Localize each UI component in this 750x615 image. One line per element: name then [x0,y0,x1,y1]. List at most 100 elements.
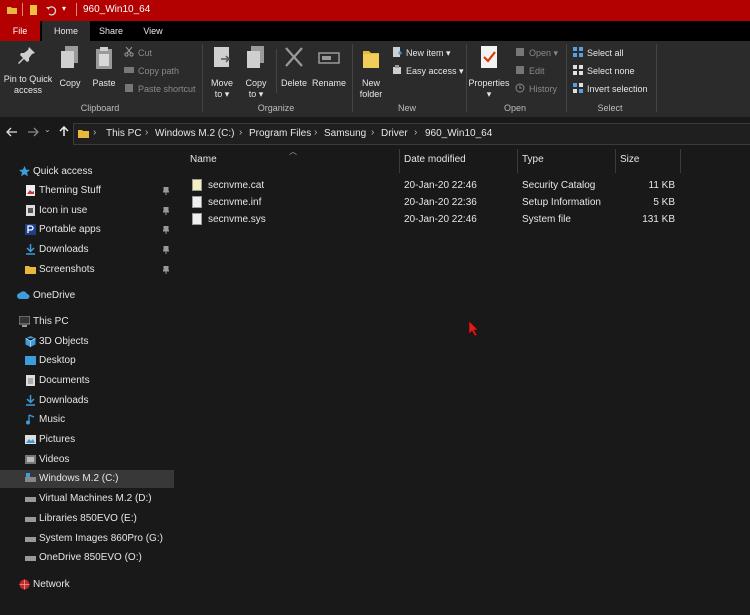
breadcrumb-chevron-icon[interactable]: › [371,127,374,138]
delete-button[interactable]: Delete [279,45,309,89]
nav-pc-downloads[interactable]: Downloads [0,392,174,410]
sort-ascending-icon: ︿ [289,147,297,156]
breadcrumb-samsung[interactable]: Samsung [324,128,366,139]
nav-pc-onedrive-o[interactable]: OneDrive 850EVO (O:) [0,549,174,567]
music-note-icon [26,414,35,425]
nav-qa-icon-in-use[interactable]: Icon in use [0,202,174,220]
address-bar[interactable]: › This PC › Windows M.2 (C:) › Program F… [73,123,750,145]
nav-pc-documents[interactable]: Documents [0,372,174,390]
breadcrumb-chevron-icon[interactable]: › [314,127,317,138]
history-label: History [529,84,558,94]
copy-path-button[interactable]: Copy path [124,64,179,78]
cut-button[interactable]: Cut [124,46,152,60]
breadcrumb-driver[interactable]: Driver [381,128,408,139]
column-divider[interactable] [615,149,616,173]
download-arrow-icon [26,244,35,255]
copy-to-button[interactable]: Copy to ▾ [240,45,272,100]
select-none-button[interactable]: Select none [573,64,635,78]
folder-icon [7,7,17,14]
nav-quick-access[interactable]: Quick access [0,163,174,181]
nav-qa-screenshots[interactable]: Screenshots [0,261,174,279]
file-row[interactable]: secnvme.inf 20-Jan-20 22:36 Setup Inform… [189,194,689,211]
column-divider[interactable] [399,149,400,173]
easy-access-button[interactable]: Easy access ▾ [392,64,464,78]
breadcrumb-current-folder[interactable]: 960_Win10_64 [425,128,492,139]
nav-pc-pictures[interactable]: Pictures [0,431,174,449]
nav-label: Screenshots [39,264,95,275]
tab-file[interactable]: File [0,21,40,41]
cloud-icon [17,291,30,299]
quick-access-dropdown-icon[interactable]: ▾ [62,4,66,13]
recent-locations-chevron-icon[interactable]: ⌄ [44,125,51,134]
breadcrumb-chevron-icon[interactable]: › [239,127,242,138]
open-button[interactable]: Open ▾ [515,46,558,60]
paste-button[interactable]: Paste [88,45,120,89]
paste-shortcut-button[interactable]: Paste shortcut [124,82,196,96]
new-folder-button[interactable]: New folder [356,45,386,100]
column-divider[interactable] [680,149,681,173]
tab-home[interactable]: Home [42,21,90,41]
nav-qa-portable-apps[interactable]: Portable apps [0,221,174,239]
column-header-size[interactable]: Size [620,154,639,165]
properties-quick-icon[interactable] [28,4,40,16]
select-all-button[interactable]: Select all [573,46,624,60]
ribbon: Pin to Quick access Copy Paste Cut Copy … [0,41,750,117]
column-header-date[interactable]: Date modified [404,154,466,165]
history-button[interactable]: History [515,82,557,96]
nav-pc-libraries-e[interactable]: Libraries 850EVO (E:) [0,510,174,528]
nav-pc-system-images-g[interactable]: System Images 860Pro (G:) [0,530,174,548]
copy-button[interactable]: Copy [56,45,84,89]
nav-network[interactable]: Network [0,576,174,594]
nav-label: Virtual Machines M.2 (D:) [39,493,152,504]
new-item-button[interactable]: New item ▾ [392,46,451,60]
breadcrumb-program-files[interactable]: Program Files [249,128,311,139]
pin-to-quick-access-button[interactable]: Pin to Quick access [2,45,54,96]
pictures-icon [25,435,36,444]
tab-view[interactable]: View [133,21,173,41]
paste-icon [96,47,112,69]
nav-qa-downloads[interactable]: Downloads [0,241,174,259]
pin-label-line2: access [13,85,42,95]
file-row[interactable]: secnvme.cat 20-Jan-20 22:46 Security Cat… [189,177,689,194]
new-folder-line2: folder [359,89,383,99]
breadcrumb-this-pc[interactable]: This PC [106,128,142,139]
nav-pc-videos[interactable]: Videos [0,451,174,469]
breadcrumb-chevron-icon[interactable]: › [93,127,96,138]
invert-selection-button[interactable]: Invert selection [573,82,648,96]
move-to-button[interactable]: Move to ▾ [206,45,238,100]
up-arrow-icon[interactable] [59,126,69,137]
file-date: 20-Jan-20 22:46 [404,214,477,225]
nav-pc-virtual-machines-d[interactable]: Virtual Machines M.2 (D:) [0,490,174,508]
nav-label: Videos [39,454,70,465]
file-row[interactable]: secnvme.sys 20-Jan-20 22:46 System file … [189,211,689,228]
breadcrumb-chevron-icon[interactable]: › [414,127,417,138]
nav-pc-music[interactable]: Music [0,411,174,429]
group-separator [352,44,353,112]
nav-label: Theming Stuff [39,185,102,196]
properties-button[interactable]: Properties ▾ [466,45,512,100]
nav-pc-3d-objects[interactable]: 3D Objects [0,333,174,351]
breadcrumb-chevron-icon[interactable]: › [145,127,148,138]
new-folder-icon [363,51,379,68]
ribbon-tabs: File Home Share View [0,21,750,41]
pinned-icon [163,187,169,195]
column-header-type[interactable]: Type [522,154,544,165]
forward-arrow-icon[interactable] [27,127,39,137]
back-arrow-icon[interactable] [6,127,18,137]
undo-icon[interactable] [45,4,57,16]
edit-button[interactable]: Edit [515,64,545,78]
nav-onedrive[interactable]: OneDrive [0,287,174,305]
rename-button[interactable]: Rename [311,45,347,89]
breadcrumb-windows-m2[interactable]: Windows M.2 (C:) [155,128,234,139]
column-divider[interactable] [517,149,518,173]
file-date: 20-Jan-20 22:36 [404,197,477,208]
nav-label: This PC [33,316,69,327]
nav-pc-desktop[interactable]: Desktop [0,352,174,370]
nav-qa-theming-stuff[interactable]: Theming Stuff [0,182,174,200]
nav-this-pc[interactable]: This PC [0,313,174,331]
pinned-icon [163,266,169,274]
tab-share[interactable]: Share [90,21,132,41]
file-type: Security Catalog [522,180,596,191]
nav-pc-windows-m2[interactable]: Windows M.2 (C:) [0,470,174,488]
column-header-name[interactable]: Name [190,154,217,165]
